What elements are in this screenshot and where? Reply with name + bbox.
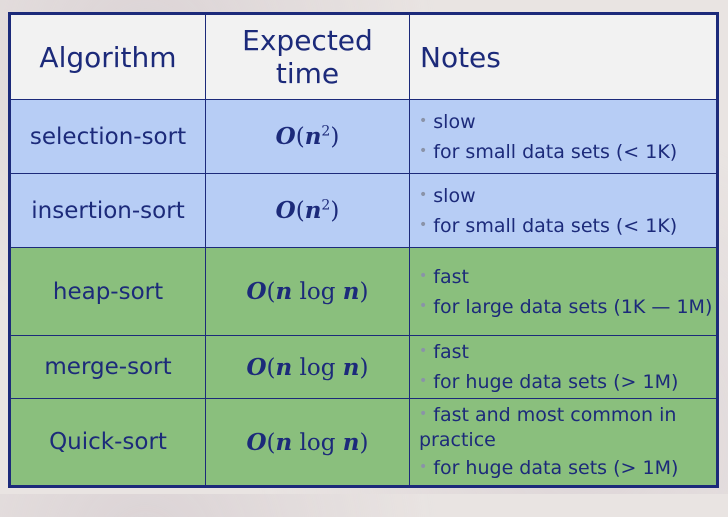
bullet-icon: • [419, 343, 428, 359]
expected-time: O(n2) [205, 173, 410, 248]
algorithm-name: merge-sort [9, 335, 206, 399]
sorting-algorithms-table: Algorithm Expected time Notes selection-… [8, 12, 719, 488]
note-item: • fast and most common in [419, 403, 677, 426]
note-item: • for large data sets (1K — 1M) [419, 295, 713, 318]
header-algorithm: Algorithm [9, 13, 206, 100]
header-expected-line2: time [275, 57, 340, 90]
note-item: • fast [419, 265, 469, 288]
expected-time: O(n log n) [205, 335, 410, 399]
bullet-icon: • [419, 142, 428, 159]
expected-time: O(n log n) [205, 398, 410, 487]
note-item: • for small data sets (< 1K) [419, 140, 678, 163]
table-row: insertion-sort O(n2) • slow • for small da… [9, 173, 718, 248]
bullet-icon: • [419, 216, 428, 233]
expected-time: O(n2) [205, 99, 410, 174]
note-item: • for huge data sets (> 1M) [419, 456, 679, 479]
bullet-icon: • [419, 458, 428, 475]
notes-cell: • slow • for small data sets (< 1K) [409, 99, 718, 174]
header-expected-line1: Expected [242, 24, 373, 57]
header-notes: Notes [409, 13, 718, 100]
note-item: • slow [419, 184, 476, 207]
algorithm-name: heap-sort [9, 247, 206, 336]
notes-cell: • slow • for small data sets (< 1K) [409, 173, 718, 248]
header-expected-time: Expected time [205, 13, 410, 100]
table-row: selection-sort O(n2) • slow • for small da… [9, 99, 718, 174]
notes-cell: • fast • for huge data sets (> 1M) [409, 335, 718, 399]
note-item-continuation: practice [419, 428, 496, 451]
algorithm-name: insertion-sort [9, 173, 206, 248]
bullet-icon: • [419, 405, 428, 422]
table-row: Quick-sort O(n log n) • fast and most com… [9, 398, 718, 487]
bullet-icon: • [419, 186, 428, 203]
notes-cell: • fast and most common in practice • for h… [409, 398, 718, 487]
note-item: • slow [419, 110, 476, 133]
algorithm-name: Quick-sort [9, 398, 206, 487]
bullet-icon: • [419, 267, 428, 284]
note-item: • for huge data sets (> 1M) [419, 371, 679, 393]
note-item: • for small data sets (< 1K) [419, 214, 678, 237]
bullet-icon: • [419, 112, 428, 129]
header-row: Algorithm Expected time Notes [9, 13, 718, 100]
bullet-icon: • [419, 373, 428, 389]
bullet-icon: • [419, 297, 428, 314]
expected-time: O(n log n) [205, 247, 410, 336]
table-row: merge-sort O(n log n) • fast • for huge da… [9, 335, 718, 399]
notes-cell: • fast • for large data sets (1K — 1M) [409, 247, 718, 336]
table-row: heap-sort O(n log n) • fast • for large da… [9, 247, 718, 336]
algorithm-name: selection-sort [9, 99, 206, 174]
note-item: • fast [419, 341, 469, 363]
